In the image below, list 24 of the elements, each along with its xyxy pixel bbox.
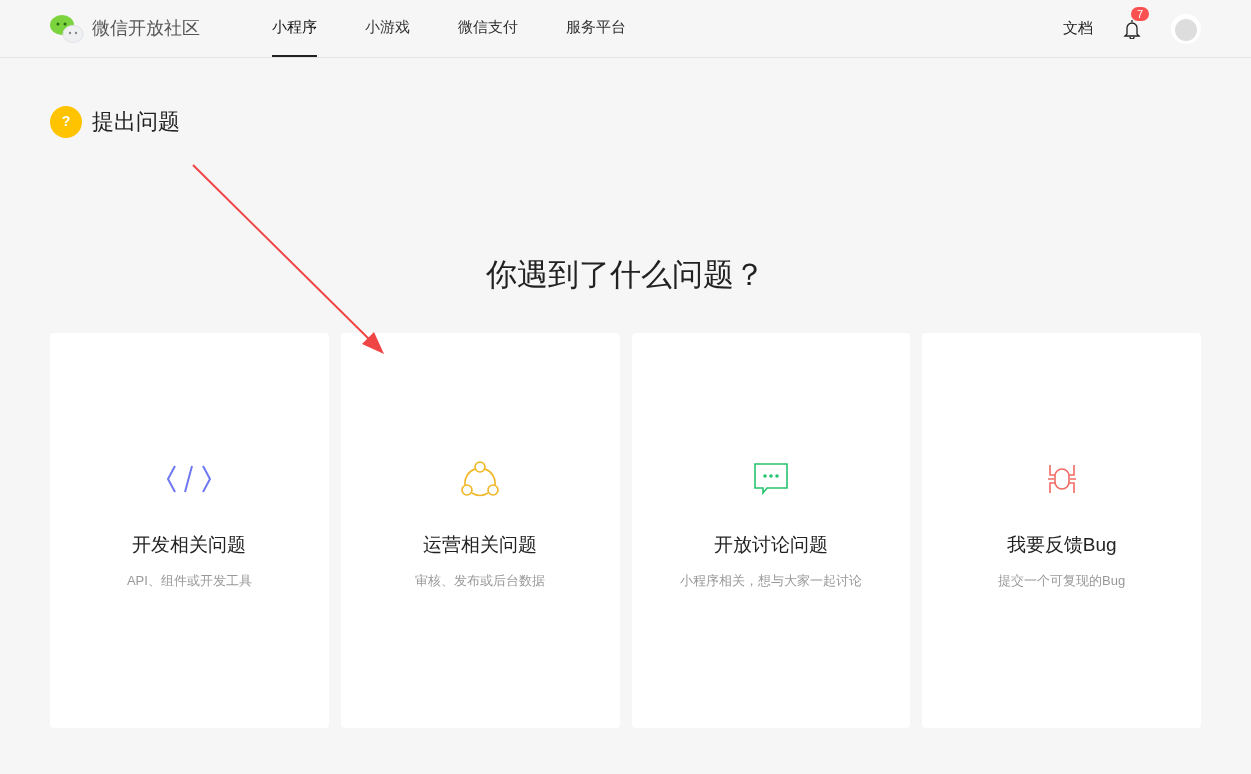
card-title: 开放讨论问题	[713, 532, 828, 557]
question-heading: 你遇到了什么问题？	[485, 256, 766, 294]
nav-tab[interactable]: 微信支付	[458, 0, 518, 57]
question-category-card[interactable]: 运营相关问题 审核、发布或后台数据	[340, 332, 620, 728]
card-title: 我要反馈Bug	[1006, 532, 1117, 557]
docs-link[interactable]: 文档	[1063, 17, 1093, 40]
three-circles-icon	[461, 460, 500, 497]
chat-bubble-icon	[751, 461, 790, 496]
nav-tab[interactable]: 服务平台	[566, 0, 626, 57]
question-icon: ?	[50, 105, 82, 138]
site-name[interactable]: 微信开放社区	[92, 15, 200, 42]
page-title: 提出问题	[92, 108, 180, 136]
card-title: 开发相关问题	[132, 532, 247, 557]
bell-icon[interactable]	[1123, 18, 1141, 39]
bug-icon	[1046, 462, 1077, 495]
nav-tab[interactable]: 小程序	[272, 0, 317, 57]
notification-badge: 7	[1131, 6, 1150, 21]
card-subtitle: 审核、发布或后台数据	[415, 572, 546, 590]
question-category-card[interactable]: 开发相关问题 API、组件或开发工具	[50, 332, 329, 728]
avatar-icon[interactable]	[1171, 13, 1201, 44]
card-title: 运营相关问题	[423, 532, 538, 557]
chat-bubbles-logo-icon[interactable]	[50, 14, 84, 43]
nav-tab[interactable]: 小游戏	[365, 0, 410, 57]
card-subtitle: API、组件或开发工具	[126, 572, 252, 590]
